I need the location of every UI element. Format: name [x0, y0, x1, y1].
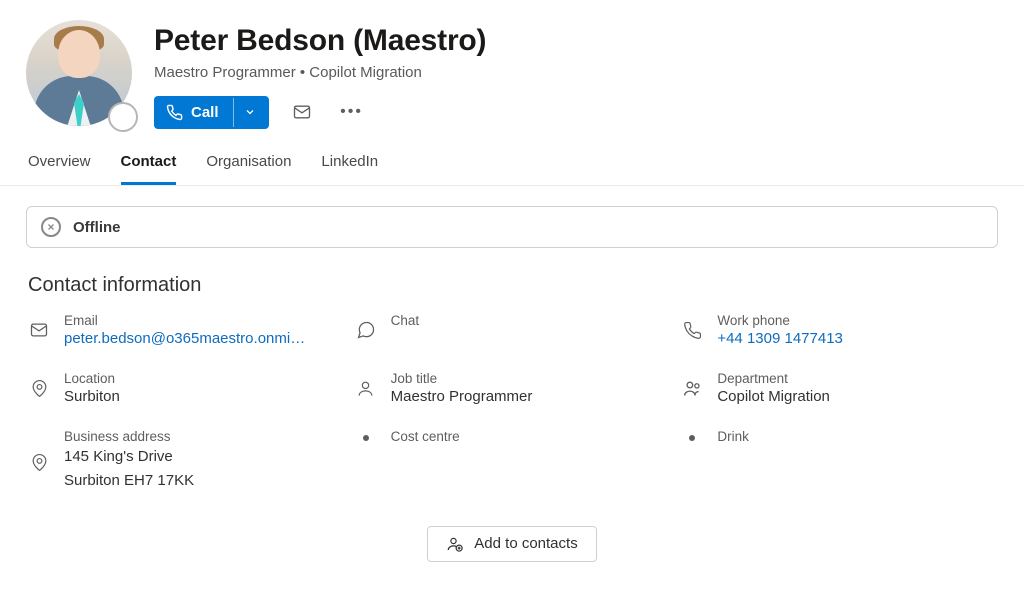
chat-icon — [355, 319, 377, 341]
call-split-button: Call — [154, 96, 269, 129]
department-label: Department — [717, 371, 830, 386]
tabs: Overview Contact Organisation LinkedIn — [0, 129, 1024, 186]
tab-overview[interactable]: Overview — [28, 153, 91, 185]
field-costcentre: Cost centre — [355, 429, 670, 492]
address-line1: 145 King's Drive — [64, 446, 194, 468]
bullet-icon — [355, 435, 377, 441]
mail-icon — [28, 319, 50, 341]
more-button[interactable]: ••• — [335, 95, 369, 129]
field-drink: Drink — [681, 429, 996, 492]
header-info: Peter Bedson (Maestro) Maestro Programme… — [154, 20, 998, 129]
location-icon — [28, 377, 50, 399]
mail-button[interactable] — [285, 95, 319, 129]
email-value[interactable]: peter.bedson@o365maestro.onmi… — [64, 330, 305, 347]
person-icon — [355, 377, 377, 399]
chat-label[interactable]: Chat — [391, 313, 420, 328]
more-icon: ••• — [340, 103, 363, 121]
presence-indicator — [108, 102, 138, 132]
offline-icon — [41, 217, 61, 237]
jobtitle-value: Maestro Programmer — [391, 388, 533, 405]
field-chat: Chat — [355, 313, 670, 347]
add-contacts-wrap: Add to contacts — [0, 526, 1024, 562]
drink-label: Drink — [717, 429, 749, 444]
tab-contact[interactable]: Contact — [121, 153, 177, 185]
contact-info-grid: Email peter.bedson@o365maestro.onmi… Cha… — [0, 307, 1024, 492]
field-location: Location Surbiton — [28, 371, 343, 405]
chevron-down-icon — [244, 106, 256, 118]
bullet-icon — [681, 435, 703, 441]
add-to-contacts-button[interactable]: Add to contacts — [427, 526, 596, 562]
field-department: Department Copilot Migration — [681, 371, 996, 405]
location-label: Location — [64, 371, 120, 386]
field-jobtitle: Job title Maestro Programmer — [355, 371, 670, 405]
subtitle: Maestro Programmer • Copilot Migration — [154, 64, 998, 81]
call-label: Call — [191, 104, 219, 121]
address-label: Business address — [64, 429, 194, 444]
display-name: Peter Bedson (Maestro) — [154, 24, 998, 58]
field-address: Business address 145 King's Drive Surbit… — [28, 429, 343, 492]
status-text: Offline — [73, 219, 121, 236]
email-label: Email — [64, 313, 305, 328]
call-button[interactable]: Call — [156, 98, 233, 127]
phone-icon — [166, 104, 183, 121]
call-dropdown[interactable] — [233, 98, 267, 127]
jobtitle-label: Job title — [391, 371, 533, 386]
location-value: Surbiton — [64, 388, 120, 405]
profile-header: Peter Bedson (Maestro) Maestro Programme… — [0, 0, 1024, 129]
field-email: Email peter.bedson@o365maestro.onmi… — [28, 313, 343, 347]
tab-linkedin[interactable]: LinkedIn — [321, 153, 378, 185]
contact-info-title: Contact information — [28, 274, 996, 297]
phone-icon — [681, 319, 703, 341]
avatar-container — [26, 20, 132, 126]
add-to-contacts-label: Add to contacts — [474, 535, 577, 552]
workphone-label: Work phone — [717, 313, 843, 328]
people-icon — [681, 377, 703, 399]
address-line2: Surbiton EH7 17KK — [64, 470, 194, 492]
costcentre-label: Cost centre — [391, 429, 460, 444]
field-workphone: Work phone +44 1309 1477413 — [681, 313, 996, 347]
tab-organisation[interactable]: Organisation — [206, 153, 291, 185]
action-row: Call ••• — [154, 95, 998, 129]
workphone-value[interactable]: +44 1309 1477413 — [717, 330, 843, 347]
mail-icon — [292, 102, 312, 122]
location-icon — [28, 451, 50, 473]
add-person-icon — [446, 535, 464, 553]
status-row[interactable]: Offline — [26, 206, 998, 248]
department-value: Copilot Migration — [717, 388, 830, 405]
